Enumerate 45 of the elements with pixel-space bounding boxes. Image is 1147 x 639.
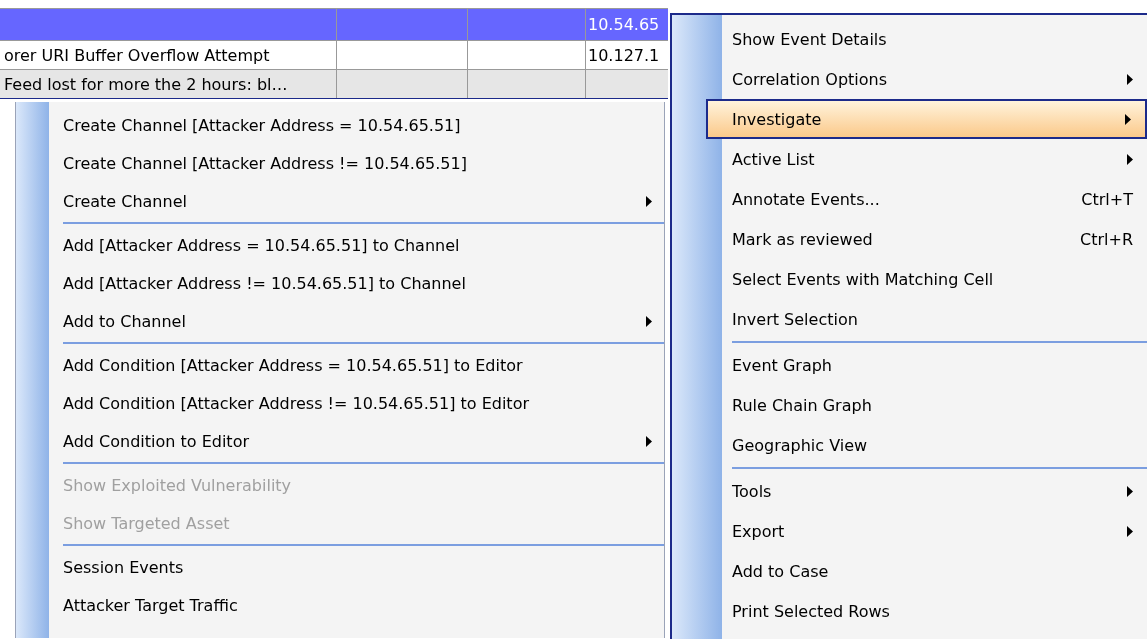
menu-item[interactable]: Export xyxy=(722,511,1147,551)
submenu-arrow-icon xyxy=(1125,113,1131,125)
menu-item[interactable]: Create Channel xyxy=(49,182,664,220)
menu-item[interactable]: Add Condition [Attacker Address = 10.54.65.51] to Editor xyxy=(49,346,664,384)
table-cell: 10.54.65 xyxy=(588,15,660,34)
menu-item[interactable]: Annotate Events... Ctrl+T xyxy=(722,179,1147,219)
submenu-arrow-icon xyxy=(646,435,652,447)
menu-item[interactable]: Invert Selection xyxy=(722,299,1147,339)
menu-item[interactable]: Select Events with Matching Cell xyxy=(722,259,1147,299)
submenu-arrow-icon xyxy=(646,195,652,207)
table-row[interactable]: orer URI Buffer Overflow Attempt 10.127.1 xyxy=(0,41,668,70)
menu-item[interactable]: Show Event Details xyxy=(722,19,1147,59)
menu-item[interactable]: Add [Attacker Address != 10.54.65.51] to Channel xyxy=(49,264,664,302)
menu-item[interactable]: Mark as reviewed Ctrl+R xyxy=(722,219,1147,259)
menu-item[interactable]: Create Channel [Attacker Address != 10.54.65.51] xyxy=(49,144,664,182)
menu-item[interactable]: Event Graph xyxy=(722,345,1147,385)
menu-item[interactable]: Geographic View xyxy=(722,425,1147,465)
menu-item: Show Exploited Vulnerability xyxy=(62,474,293,497)
table-row[interactable]: Feed lost for more the 2 hours: bl… xyxy=(0,70,668,99)
submenu-arrow-icon xyxy=(1127,485,1133,497)
menu-item[interactable]: Investigate xyxy=(706,99,1147,139)
shortcut-text: Ctrl+T xyxy=(1081,189,1133,209)
table-row[interactable]: 10.54.65 xyxy=(0,8,668,41)
menu-item[interactable]: Add Condition to Editor xyxy=(49,422,664,460)
menu-item[interactable]: Add Condition [Attacker Address != 10.54.65.51] to Editor xyxy=(49,384,664,422)
menu-item[interactable]: Tools xyxy=(722,471,1147,511)
submenu-arrow-icon xyxy=(1127,153,1133,165)
shortcut-text: Ctrl+R xyxy=(1080,229,1133,249)
table-cell: orer URI Buffer Overflow Attempt xyxy=(4,45,270,65)
menu-item[interactable]: Attacker Target Traffic xyxy=(49,586,664,624)
table-cell: Feed lost for more the 2 hours: bl… xyxy=(4,74,288,94)
menu-item[interactable]: Print Selected Rows xyxy=(722,591,1147,631)
menu-item[interactable]: Create Channel [Attacker Address = 10.54.65.51] xyxy=(49,106,664,144)
submenu-arrow-icon xyxy=(1127,525,1133,537)
menu-item[interactable]: Add to Case xyxy=(722,551,1147,591)
submenu-arrow-icon xyxy=(646,315,652,327)
menu-item[interactable]: Active List xyxy=(722,139,1147,179)
submenu-arrow-icon xyxy=(1127,73,1133,85)
menu-item: Show Targeted Asset xyxy=(62,512,231,535)
menu-item[interactable]: Add to Channel xyxy=(49,302,664,340)
menu-item[interactable]: Correlation Options xyxy=(722,59,1147,99)
table-cell: 10.127.1 xyxy=(588,45,660,65)
menu-item[interactable]: Session Events xyxy=(49,548,664,586)
menu-item[interactable]: Rule Chain Graph xyxy=(722,385,1147,425)
menu-item[interactable]: Add [Attacker Address = 10.54.65.51] to Channel xyxy=(49,226,664,264)
